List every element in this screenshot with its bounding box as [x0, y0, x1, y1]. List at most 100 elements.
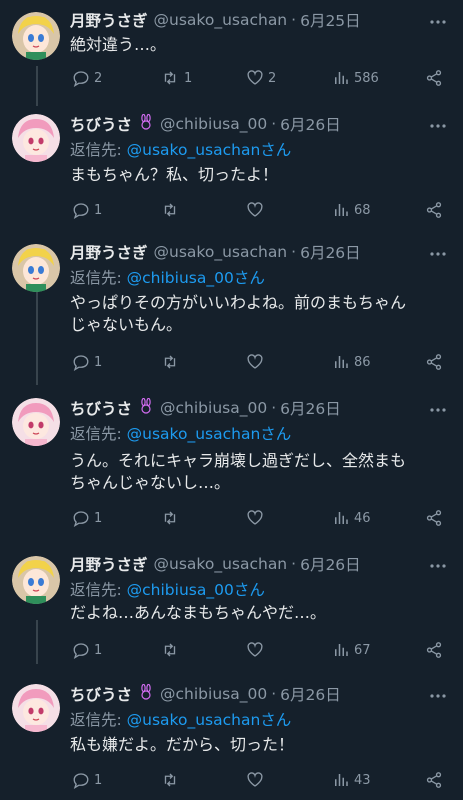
views-button[interactable]: 46 — [332, 508, 371, 528]
tweet[interactable]: 月野うさぎ @usako_usachan · 6月26日 返信先: @chibi… — [0, 552, 463, 670]
separator-dot: · — [291, 243, 297, 261]
avatar[interactable] — [12, 398, 60, 446]
tweet[interactable]: 月野うさぎ @usako_usachan · 6月26日 返信先: @chibi… — [0, 240, 463, 380]
like-button[interactable]: 2 — [246, 68, 276, 88]
views-button[interactable]: 68 — [332, 200, 371, 220]
retweet-button[interactable] — [160, 508, 184, 528]
tweet[interactable]: ちびうさ @chibiusa_00 · 6月26日 返信先: @usako_us… — [0, 112, 463, 230]
retweet-button[interactable] — [160, 770, 184, 790]
reply-button[interactable]: 1 — [72, 640, 102, 660]
retweet-button[interactable] — [160, 200, 184, 220]
display-name[interactable]: ちびうさ — [70, 683, 132, 705]
user-handle[interactable]: @usako_usachan — [154, 11, 288, 29]
tweet[interactable]: 月野うさぎ @usako_usachan · 6月25日 絶対違う…。 2 1 … — [0, 8, 463, 96]
display-name[interactable]: 月野うさぎ — [70, 553, 148, 575]
reply-button[interactable]: 2 — [72, 68, 102, 88]
retweet-icon — [164, 203, 176, 217]
share-button[interactable] — [425, 640, 443, 660]
more-options-icon[interactable] — [429, 10, 447, 29]
bar-chart-icon — [335, 512, 348, 524]
retweet-icon — [164, 355, 176, 369]
display-name[interactable]: ちびうさ — [70, 397, 132, 419]
more-options-icon[interactable] — [429, 554, 447, 573]
retweet-icon — [164, 71, 176, 85]
retweet-button[interactable] — [160, 352, 184, 372]
reply-prefix: 返信先: — [70, 141, 127, 159]
user-handle[interactable]: @chibiusa_00 — [160, 685, 267, 703]
view-count: 43 — [354, 772, 371, 788]
share-button[interactable] — [425, 200, 443, 220]
reply-count: 1 — [94, 510, 103, 526]
speech-bubble-icon — [73, 355, 89, 371]
avatar[interactable] — [12, 684, 60, 732]
views-button[interactable]: 43 — [332, 770, 371, 790]
reply-prefix: 返信先: — [70, 711, 127, 729]
like-button[interactable] — [246, 352, 268, 372]
retweet-button[interactable] — [160, 640, 184, 660]
tweet-date[interactable]: 6月26日 — [280, 397, 341, 419]
reply-count: 1 — [94, 354, 103, 370]
more-options-icon[interactable] — [429, 114, 447, 133]
user-handle[interactable]: @chibiusa_00 — [160, 115, 267, 133]
speech-bubble-icon — [73, 511, 89, 527]
tweet-header: ちびうさ @chibiusa_00 · 6月26日 — [70, 682, 423, 706]
heart-icon — [247, 642, 263, 657]
reply-button[interactable]: 1 — [72, 770, 102, 790]
tweet-text: うん。それにキャラ崩壊し過ぎだし、全然まも ちゃんじゃないし…。 — [70, 451, 407, 492]
tweet-date[interactable]: 6月26日 — [280, 683, 341, 705]
avatar[interactable] — [12, 556, 60, 604]
tweet-text: やっぱりその方がいいわよね。前のまもちゃん じゃないもん。 — [70, 293, 407, 334]
views-button[interactable]: 67 — [332, 640, 371, 660]
avatar[interactable] — [12, 114, 60, 162]
reply-mention-link[interactable]: @usako_usachanさん — [127, 141, 292, 159]
tweet-header: ちびうさ @chibiusa_00 · 6月26日 — [70, 396, 423, 420]
views-button[interactable]: 86 — [332, 352, 371, 372]
reply-mention-link[interactable]: @usako_usachanさん — [127, 711, 292, 729]
reply-prefix: 返信先: — [70, 269, 127, 287]
share-button[interactable] — [425, 770, 443, 790]
separator-dot: · — [291, 11, 297, 29]
user-handle[interactable]: @usako_usachan — [154, 555, 288, 573]
tweet-header: 月野うさぎ @usako_usachan · 6月26日 — [70, 240, 423, 264]
more-options-icon[interactable] — [429, 684, 447, 703]
tweet-actions: 2 1 2 586 — [70, 68, 449, 88]
views-button[interactable]: 586 — [332, 68, 379, 88]
retweet-button[interactable]: 1 — [160, 68, 192, 88]
bunny-icon — [138, 683, 154, 704]
more-options-icon[interactable] — [429, 398, 447, 417]
user-handle[interactable]: @usako_usachan — [154, 243, 288, 261]
like-button[interactable] — [246, 770, 268, 790]
share-button[interactable] — [425, 68, 443, 88]
share-icon — [426, 772, 442, 788]
user-handle[interactable]: @chibiusa_00 — [160, 399, 267, 417]
like-button[interactable] — [246, 640, 268, 660]
reply-mention-link[interactable]: @chibiusa_00さん — [127, 269, 265, 287]
share-icon — [426, 354, 442, 370]
like-button[interactable] — [246, 200, 268, 220]
like-button[interactable] — [246, 508, 268, 528]
view-count: 68 — [354, 202, 371, 218]
avatar[interactable] — [12, 12, 60, 60]
tweet[interactable]: ちびうさ @chibiusa_00 · 6月26日 返信先: @usako_us… — [0, 396, 463, 536]
tweet-header: 月野うさぎ @usako_usachan · 6月25日 — [70, 8, 423, 32]
share-button[interactable] — [425, 352, 443, 372]
reply-button[interactable]: 1 — [72, 508, 102, 528]
share-button[interactable] — [425, 508, 443, 528]
tweet-date[interactable]: 6月26日 — [300, 241, 361, 263]
tweet-date[interactable]: 6月26日 — [280, 113, 341, 135]
avatar[interactable] — [12, 244, 60, 292]
reply-mention-link[interactable]: @usako_usachanさん — [127, 425, 292, 443]
tweet-date[interactable]: 6月25日 — [300, 9, 361, 31]
display-name[interactable]: ちびうさ — [70, 113, 132, 135]
tweet[interactable]: ちびうさ @chibiusa_00 · 6月26日 返信先: @usako_us… — [0, 682, 463, 800]
display-name[interactable]: 月野うさぎ — [70, 241, 148, 263]
display-name[interactable]: 月野うさぎ — [70, 9, 148, 31]
tweet-date[interactable]: 6月26日 — [300, 553, 361, 575]
share-icon — [426, 202, 442, 218]
reply-count: 1 — [94, 772, 103, 788]
speech-bubble-icon — [73, 203, 89, 219]
reply-button[interactable]: 1 — [72, 352, 102, 372]
reply-mention-link[interactable]: @chibiusa_00さん — [127, 581, 265, 599]
reply-button[interactable]: 1 — [72, 200, 102, 220]
more-options-icon[interactable] — [429, 242, 447, 261]
